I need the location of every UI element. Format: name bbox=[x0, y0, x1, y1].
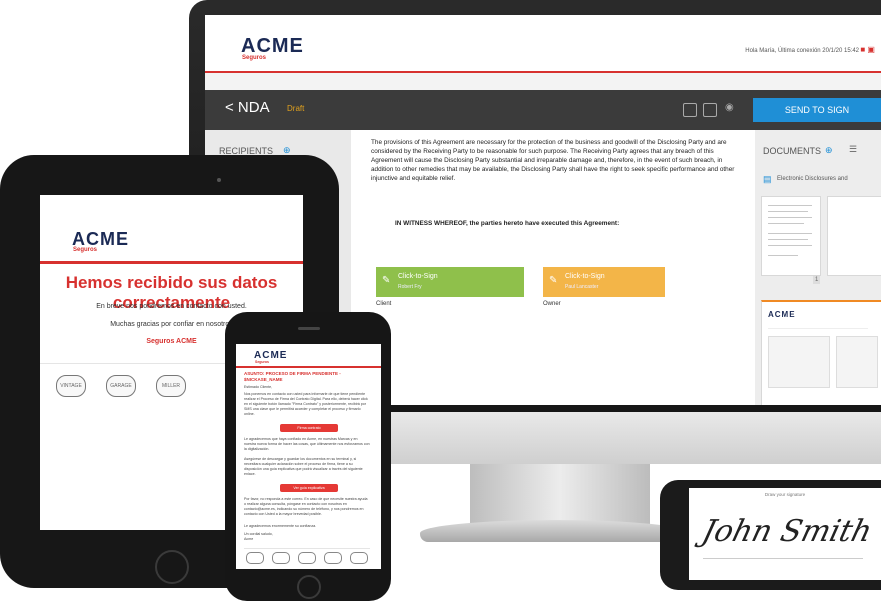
add-document-icon[interactable]: ⊕ bbox=[825, 145, 833, 156]
sign-contract-button[interactable]: Firma contrato bbox=[280, 424, 338, 432]
client-sign-field[interactable]: ✎ Click-to-Sign Robert Fry bbox=[376, 267, 524, 297]
garage-badge: GARAGE bbox=[106, 375, 136, 397]
sign-field-label: Click-to-Sign bbox=[565, 273, 605, 280]
app-header: ACME Seguros Hola María, Última conexión… bbox=[205, 15, 881, 73]
signature-line bbox=[703, 558, 863, 559]
tablet-home-button[interactable] bbox=[155, 550, 189, 584]
confirmation-line-1: En breve nos pondremos en contacto con u… bbox=[96, 303, 247, 310]
phone-speaker bbox=[298, 327, 320, 330]
copy-icon[interactable] bbox=[703, 103, 717, 117]
email-subject: ASUNTO: PROCESO DE FIRMA PENDIENTE - $NI… bbox=[244, 371, 341, 382]
brand-badge bbox=[246, 552, 264, 564]
documents-label: DOCUMENTS bbox=[763, 146, 821, 156]
brand-badge bbox=[350, 552, 368, 564]
acme-logo-sub: Seguros bbox=[255, 360, 270, 364]
pen-icon: ✎ bbox=[549, 275, 558, 286]
red-divider bbox=[236, 366, 381, 368]
document-name[interactable]: Electronic Disclosures and bbox=[777, 176, 848, 182]
vintage-badge: VINTAGE bbox=[56, 375, 86, 397]
page-number: 1 bbox=[813, 276, 821, 284]
documents-panel: DOCUMENTS ⊕ ☰ ▤ Electronic Disclosures a… bbox=[755, 130, 881, 405]
agreement-paragraph: The provisions of this Agreement are nec… bbox=[371, 139, 735, 182]
status-badge: Draft bbox=[287, 104, 305, 113]
brand-badge bbox=[272, 552, 290, 564]
document-toolbar: < NDA Draft ◉ SEND TO SIGN bbox=[205, 90, 881, 130]
document-viewer: The provisions of this Agreement are nec… bbox=[351, 130, 755, 405]
client-role-label: Client bbox=[376, 301, 392, 307]
brand-badge bbox=[324, 552, 342, 564]
tablet-camera bbox=[217, 178, 221, 182]
signature-hint: Draw your signature bbox=[764, 492, 806, 497]
email-sign: Acme bbox=[244, 537, 254, 541]
brand-badge bbox=[298, 552, 316, 564]
signer-name: Paul Lancaster bbox=[565, 284, 599, 290]
owner-role-label: Owner bbox=[543, 301, 561, 307]
thumb-page bbox=[768, 336, 830, 388]
signer-name: Robert Fry bbox=[398, 284, 422, 290]
acme-logo-sub: Seguros bbox=[73, 247, 98, 253]
view-guide-button[interactable]: Ver guía explicativa bbox=[280, 484, 338, 492]
divider bbox=[244, 548, 370, 549]
back-nda-link[interactable]: < NDA bbox=[225, 99, 270, 116]
signature-screen[interactable]: Draw your signature John Smith bbox=[689, 488, 881, 580]
phone-home-button[interactable] bbox=[297, 575, 321, 599]
pen-icon: ✎ bbox=[382, 275, 391, 286]
pdf-icon[interactable] bbox=[683, 103, 697, 117]
email-greeting: Estimado Cliente, bbox=[244, 385, 273, 389]
miller-badge: MILLER bbox=[156, 375, 186, 397]
email-paragraph: Por favor, no responda a este correo. En… bbox=[244, 497, 368, 516]
red-divider bbox=[40, 261, 303, 264]
menu-icon[interactable]: ☰ bbox=[849, 144, 857, 155]
thumb-logo: ACME bbox=[768, 310, 796, 319]
user-greeting: Hola María, Última conexión 20/1/20 15:4… bbox=[745, 48, 859, 54]
handwritten-signature: John Smith bbox=[698, 514, 876, 549]
page-thumbnail[interactable] bbox=[761, 196, 821, 276]
email-paragraph: Asegúrese de descargar y guardar los doc… bbox=[244, 457, 363, 476]
sign-field-label: Click-to-Sign bbox=[398, 273, 438, 280]
send-to-sign-button[interactable]: SEND TO SIGN bbox=[753, 98, 881, 122]
email-paragraph: Nos ponemos en contacto con usted para i… bbox=[244, 392, 368, 416]
email-closing: Le agradecemos enormemente su confianza. bbox=[244, 524, 317, 528]
thumb-page bbox=[836, 336, 878, 388]
eye-icon[interactable]: ◉ bbox=[725, 102, 734, 113]
email-paragraph: Le agradecemos que haya confiado en Acme… bbox=[244, 437, 370, 451]
page-thumbnail[interactable] bbox=[827, 196, 881, 276]
phone-screen: ACME Seguros ASUNTO: PROCESO DE FIRMA PE… bbox=[236, 344, 381, 569]
page-thumbnail-selected[interactable]: ACME bbox=[761, 300, 881, 405]
monitor-base bbox=[420, 520, 690, 542]
witness-text: IN WITNESS WHEREOF, the parties hereto h… bbox=[395, 220, 620, 227]
document-icon: ▤ bbox=[763, 174, 772, 184]
lock-icon[interactable]: ■ ▣ bbox=[860, 45, 875, 54]
owner-sign-field[interactable]: ✎ Click-to-Sign Paul Lancaster bbox=[543, 267, 665, 297]
monitor-stand bbox=[470, 464, 650, 524]
acme-logo-sub: Seguros bbox=[242, 55, 267, 61]
